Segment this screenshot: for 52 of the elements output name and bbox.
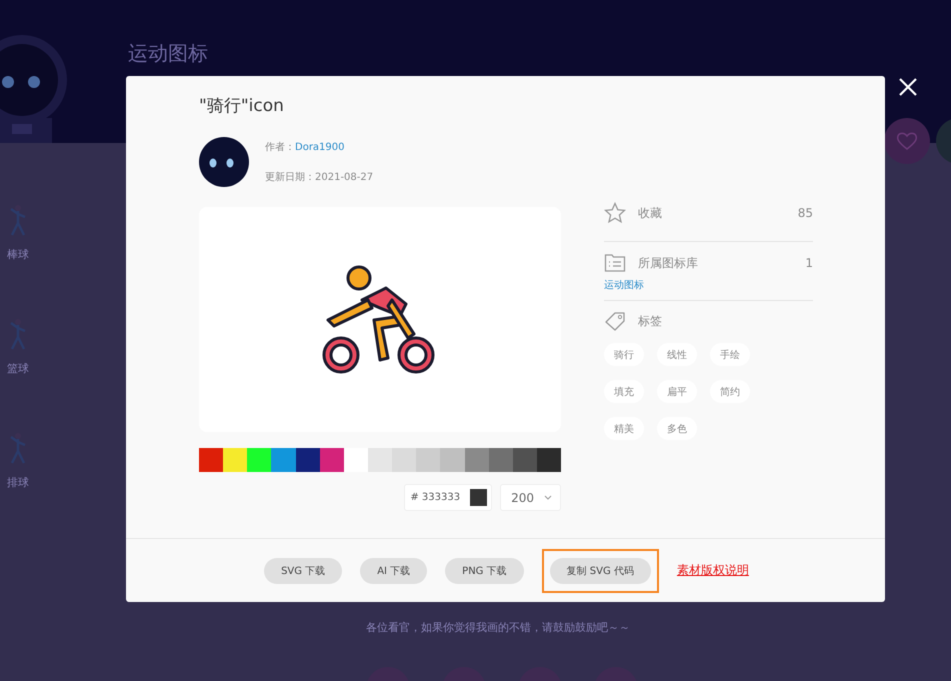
close-button[interactable] <box>897 76 919 98</box>
icon-label[interactable]: 篮球 <box>7 361 29 376</box>
library-label: 所属图标库 <box>638 254 699 272</box>
icon-label[interactable]: 棒球 <box>7 247 29 262</box>
color-swatch[interactable] <box>320 448 344 472</box>
color-swatch[interactable] <box>199 448 224 472</box>
tag-chip[interactable]: 简约 <box>710 380 750 403</box>
tag-chip[interactable]: 手绘 <box>710 343 750 366</box>
favorites-count: 85 <box>798 206 813 220</box>
size-dropdown[interactable]: 200 <box>500 484 561 511</box>
page-title: 运动图标 <box>128 40 208 67</box>
color-swatch[interactable] <box>488 448 513 472</box>
color-swatch[interactable] <box>440 448 465 472</box>
license-link[interactable]: 素材版权说明 <box>676 562 749 579</box>
color-swatch[interactable] <box>247 448 272 472</box>
color-swatch[interactable] <box>368 448 392 472</box>
svg-download-button[interactable]: SVG 下载 <box>264 558 342 584</box>
tag-chip[interactable]: 多色 <box>657 417 697 440</box>
author-line: 作者：Dora1900 <box>265 140 346 154</box>
color-input-field[interactable]: # 333333 <box>404 484 492 511</box>
heart-icon <box>896 131 918 151</box>
chevron-down-icon <box>544 495 552 500</box>
tag-chip[interactable]: 精美 <box>604 417 644 440</box>
color-swatch[interactable] <box>392 448 416 472</box>
tag-chip[interactable]: 线性 <box>657 343 697 366</box>
folder-list-icon <box>604 252 626 274</box>
library-link[interactable]: 运动图标 <box>604 278 813 292</box>
color-swatch[interactable] <box>296 448 320 472</box>
color-swatch[interactable] <box>464 448 489 472</box>
tag-chip[interactable]: 扁平 <box>657 380 697 403</box>
tag-chip[interactable]: 填充 <box>604 380 644 403</box>
png-download-button[interactable]: PNG 下载 <box>445 558 524 584</box>
favorites-label: 收藏 <box>638 204 663 222</box>
icon-title: "骑行"icon <box>199 95 285 117</box>
tags-label: 标签 <box>638 312 663 330</box>
color-swatch[interactable] <box>271 448 296 472</box>
library-count: 1 <box>805 256 813 270</box>
color-swatch[interactable] <box>416 448 440 472</box>
color-swatch[interactable] <box>344 448 368 472</box>
color-swatch[interactable] <box>536 448 562 472</box>
footer-text: 各位看官，如果你觉得我画的不错，请鼓励鼓励吧～～ <box>366 620 630 635</box>
update-date: 更新日期：2021-08-27 <box>265 170 374 184</box>
color-swatch[interactable] <box>512 448 537 472</box>
ai-download-button[interactable]: AI 下载 <box>360 558 428 584</box>
author-link[interactable]: Dora1900 <box>295 142 345 153</box>
color-swatch[interactable] <box>223 448 248 472</box>
copy-svg-button[interactable]: 复制 SVG 代码 <box>550 558 651 584</box>
tag-icon <box>604 310 626 332</box>
star-icon <box>604 202 626 224</box>
icon-label[interactable]: 排球 <box>7 475 29 490</box>
tag-chip[interactable]: 骑行 <box>604 343 644 366</box>
avatar <box>199 137 249 187</box>
